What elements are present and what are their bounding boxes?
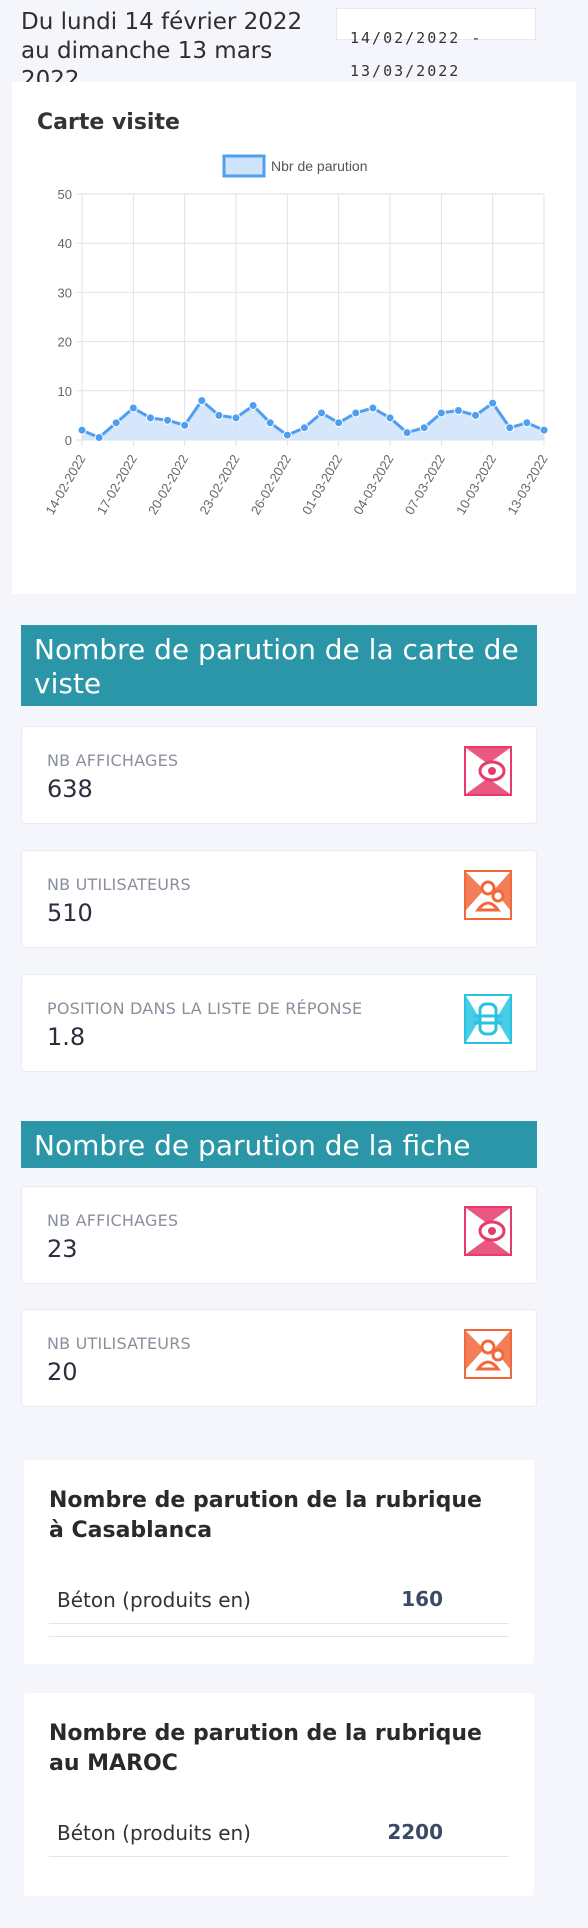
x-tick-label: 20-02-2022 bbox=[145, 452, 191, 517]
date-range-value[interactable]: 14/02/2022 - 13/03/2022 bbox=[350, 22, 540, 88]
data-point bbox=[368, 403, 378, 413]
data-point bbox=[453, 405, 463, 415]
stat-card-affichages: NB AFFICHAGES 638 bbox=[21, 726, 537, 824]
stat-card-utilisateurs: NB UTILISATEURS 510 bbox=[21, 850, 537, 948]
data-point bbox=[299, 423, 309, 433]
data-point bbox=[402, 428, 412, 438]
rubrique-value: 2200 bbox=[387, 1820, 443, 1844]
data-point bbox=[265, 418, 275, 428]
eye-icon bbox=[464, 746, 512, 796]
table-row: Béton (produits en) 2200 bbox=[49, 1813, 509, 1857]
x-tick-label: 07-03-2022 bbox=[402, 452, 448, 517]
data-point bbox=[145, 413, 155, 423]
data-point bbox=[128, 403, 138, 413]
table-row: Béton (produits en) 160 bbox=[49, 1580, 509, 1624]
data-point bbox=[436, 408, 446, 418]
data-point bbox=[77, 425, 87, 435]
x-tick-label: 13-03-2022 bbox=[504, 452, 550, 517]
users-icon bbox=[464, 1329, 512, 1379]
eye-icon bbox=[464, 1206, 512, 1256]
x-tick-label: 04-03-2022 bbox=[350, 452, 396, 517]
data-point bbox=[180, 420, 190, 430]
x-tick-label: 17-02-2022 bbox=[94, 452, 140, 517]
x-tick-label: 14-02-2022 bbox=[42, 452, 88, 517]
data-point bbox=[317, 408, 327, 418]
rubrique-title: Nombre de parution de la rubrique au MAR… bbox=[49, 1721, 482, 1776]
line-chart: 0 10 20 30 40 50 14-02-2022 17-02-2022 20-02-202… bbox=[42, 154, 551, 517]
x-tick-label: 10-03-2022 bbox=[453, 452, 499, 517]
data-point bbox=[231, 413, 241, 423]
rubrique-name: Béton (produits en) bbox=[57, 1821, 251, 1845]
rubrique-casablanca-card: Nombre de parution de la rubrique à Casa… bbox=[24, 1460, 534, 1664]
stat-value: 638 bbox=[47, 775, 93, 803]
data-point bbox=[539, 425, 549, 435]
data-point bbox=[282, 430, 292, 440]
data-point bbox=[351, 408, 361, 418]
stat-label: NB UTILISATEURS bbox=[47, 875, 191, 894]
stat-value: 1.8 bbox=[47, 1023, 86, 1051]
x-tick-label: 01-03-2022 bbox=[299, 452, 345, 517]
rubrique-value: 160 bbox=[401, 1587, 443, 1611]
stat-value: 20 bbox=[47, 1358, 78, 1386]
data-point bbox=[419, 423, 429, 433]
section-title-fiche: Nombre de parution de la fiche bbox=[21, 1121, 537, 1168]
y-tick-label: 50 bbox=[58, 187, 72, 202]
y-tick-label: 0 bbox=[65, 433, 72, 448]
data-point bbox=[197, 396, 207, 406]
data-point bbox=[248, 401, 258, 411]
stat-label: NB AFFICHAGES bbox=[47, 1211, 179, 1230]
y-tick-label: 40 bbox=[58, 236, 72, 251]
stat-label: POSITION DANS LA LISTE DE RÉPONSE bbox=[47, 999, 363, 1018]
stat-label: NB AFFICHAGES bbox=[47, 751, 179, 770]
y-tick-label: 20 bbox=[58, 335, 72, 350]
stat-value: 510 bbox=[47, 899, 93, 927]
stat-card-position: POSITION DANS LA LISTE DE RÉPONSE 1.8 bbox=[21, 974, 537, 1072]
data-point bbox=[522, 418, 532, 428]
rubrique-title: Nombre de parution de la rubrique à Casa… bbox=[49, 1488, 482, 1543]
list-position-icon bbox=[464, 994, 512, 1044]
data-point bbox=[385, 413, 395, 423]
x-tick-label: 23-02-2022 bbox=[196, 452, 242, 517]
stat-card-fiche-affichages: NB AFFICHAGES 23 bbox=[21, 1186, 537, 1284]
legend-label: Nbr de parution bbox=[271, 158, 368, 174]
data-point bbox=[111, 418, 121, 428]
y-tick-label: 30 bbox=[58, 285, 72, 300]
data-point bbox=[94, 433, 104, 443]
users-icon bbox=[464, 870, 512, 920]
data-point bbox=[214, 410, 224, 420]
data-point bbox=[505, 423, 515, 433]
divider bbox=[49, 1636, 509, 1637]
data-point bbox=[163, 415, 173, 425]
x-tick-label: 26-02-2022 bbox=[248, 452, 294, 517]
stat-label: NB UTILISATEURS bbox=[47, 1334, 191, 1353]
stat-value: 23 bbox=[47, 1235, 78, 1263]
data-point bbox=[471, 410, 481, 420]
rubrique-maroc-card: Nombre de parution de la rubrique au MAR… bbox=[24, 1693, 534, 1896]
data-point bbox=[334, 418, 344, 428]
legend-swatch bbox=[222, 154, 266, 178]
rubrique-name: Béton (produits en) bbox=[57, 1588, 251, 1612]
stat-card-fiche-utilisateurs: NB UTILISATEURS 20 bbox=[21, 1309, 537, 1407]
chart-card: Carte visite 0 10 20 30 40 50 14-02-2022 17-02-… bbox=[12, 82, 576, 594]
y-tick-label: 10 bbox=[58, 384, 72, 399]
section-title-carte: Nombre de parution de la carte de viste bbox=[21, 625, 537, 706]
data-point bbox=[488, 398, 498, 408]
